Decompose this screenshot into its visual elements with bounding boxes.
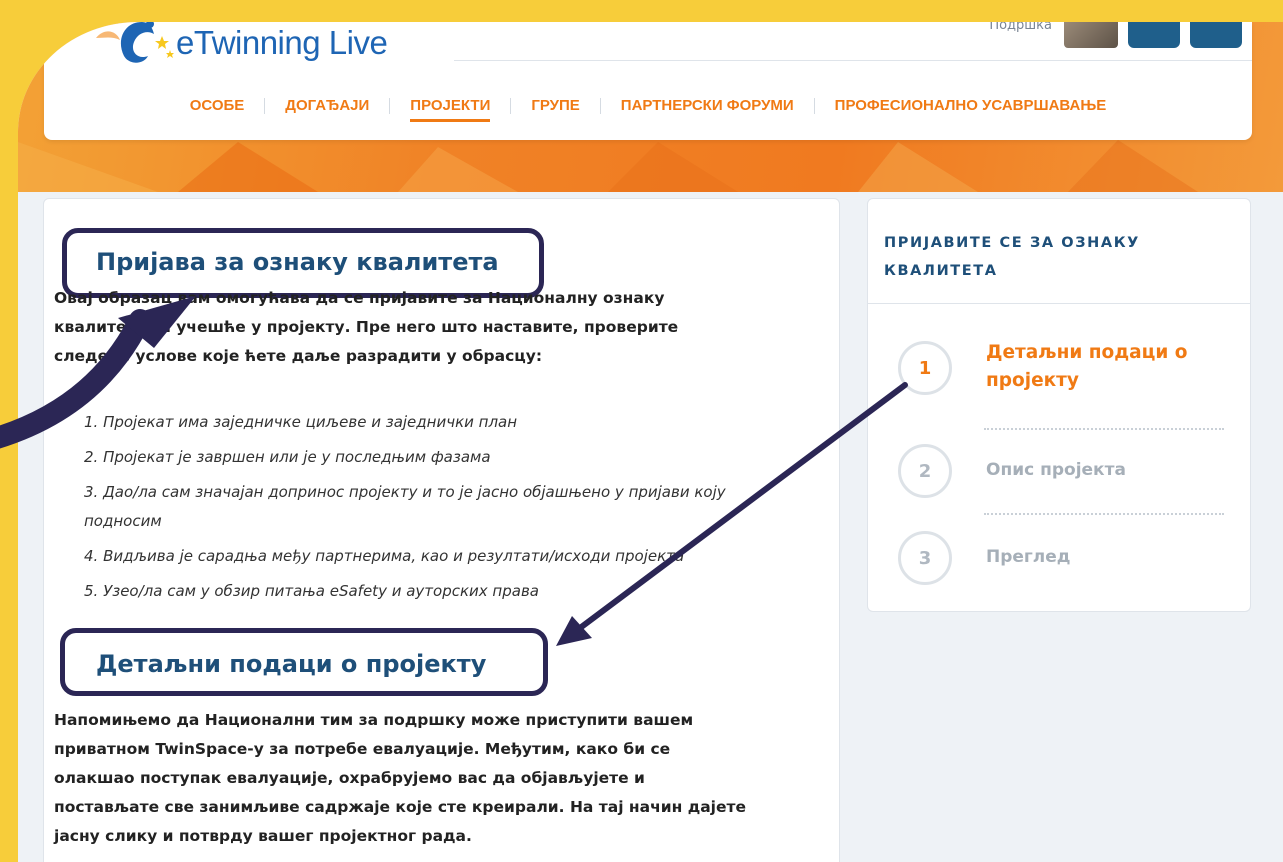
list-item: 3. Дао/ла сам значајан допринос пројекту… xyxy=(84,483,726,530)
nav-item-projects[interactable]: ПРОЈЕКТИ xyxy=(390,86,510,126)
step-number: 2 xyxy=(898,444,952,498)
list-item: 5. Узео/ла сам у обзир питања eSafety и … xyxy=(84,582,539,600)
header-actions xyxy=(1064,22,1242,50)
intro-text: Овај образац вам омогућава да се пријави… xyxy=(54,289,679,365)
nav-item-professional-development[interactable]: ПРОФЕСИОНАЛНО УСАВРШАВАЊЕ xyxy=(815,86,1127,126)
step-divider xyxy=(984,428,1224,430)
user-label: Подршка xyxy=(989,22,1052,33)
step-label: Детаљни подаци о пројекту xyxy=(986,342,1188,391)
nav-item-events[interactable]: ДОГАЂАЈИ xyxy=(265,86,389,126)
nav-item-groups[interactable]: ГРУПЕ xyxy=(511,86,599,126)
nav-item-people[interactable]: ОСОБЕ xyxy=(170,86,265,126)
section-text: Напомињемо да Национални тим за подршку … xyxy=(54,711,746,845)
step-divider xyxy=(984,513,1224,515)
etwinning-logo[interactable]: eTwinning Live xyxy=(94,22,388,68)
messages-icon[interactable] xyxy=(1190,22,1242,48)
step-number: 1 xyxy=(898,341,952,395)
step-item-review[interactable]: 3 Преглед xyxy=(898,531,1216,585)
section-title: Детаљни подаци о пројекту xyxy=(96,650,487,678)
notifications-icon[interactable] xyxy=(1128,22,1180,48)
steps-sidebar: ПРИЈАВИТЕ СЕ ЗА ОЗНАКУ КВАЛИТЕТА 1 Детаљ… xyxy=(867,198,1251,612)
list-item: 4. Видљива је сарадња међу партнерима, к… xyxy=(84,547,685,565)
sidebar-divider xyxy=(868,303,1250,304)
step-label: Опис пројекта xyxy=(986,460,1126,480)
logo-text: eTwinning Live xyxy=(176,24,388,61)
list-item: 2. Пројекат је завршен или је у последњи… xyxy=(84,448,491,466)
step-item-project-description[interactable]: 2 Опис пројекта xyxy=(898,444,1216,498)
step-number: 3 xyxy=(898,531,952,585)
header-divider xyxy=(454,60,1252,61)
site-header: eTwinning Live Подршка ОСОБЕ ДОГАЂАЈИ ПР… xyxy=(44,22,1252,140)
conditions-list: 1. Пројекат има заједничке циљеве и заје… xyxy=(84,408,764,612)
step-label: Преглед xyxy=(986,547,1071,567)
list-item: 1. Пројекат има заједничке циљеве и заје… xyxy=(84,413,518,431)
sidebar-title: ПРИЈАВИТЕ СЕ ЗА ОЗНАКУ КВАЛИТЕТА xyxy=(884,235,1140,279)
page-title: Пријава за ознаку квалитета xyxy=(96,248,499,276)
etwinning-logo-icon xyxy=(96,22,174,63)
step-item-project-details[interactable]: 1 Детаљни подаци о пројекту xyxy=(898,341,1216,395)
user-avatar[interactable] xyxy=(1064,22,1118,48)
main-navigation: ОСОБЕ ДОГАЂАЈИ ПРОЈЕКТИ ГРУПЕ ПАРТНЕРСКИ… xyxy=(44,86,1252,126)
nav-item-partner-forums[interactable]: ПАРТНЕРСКИ ФОРУМИ xyxy=(601,86,814,126)
